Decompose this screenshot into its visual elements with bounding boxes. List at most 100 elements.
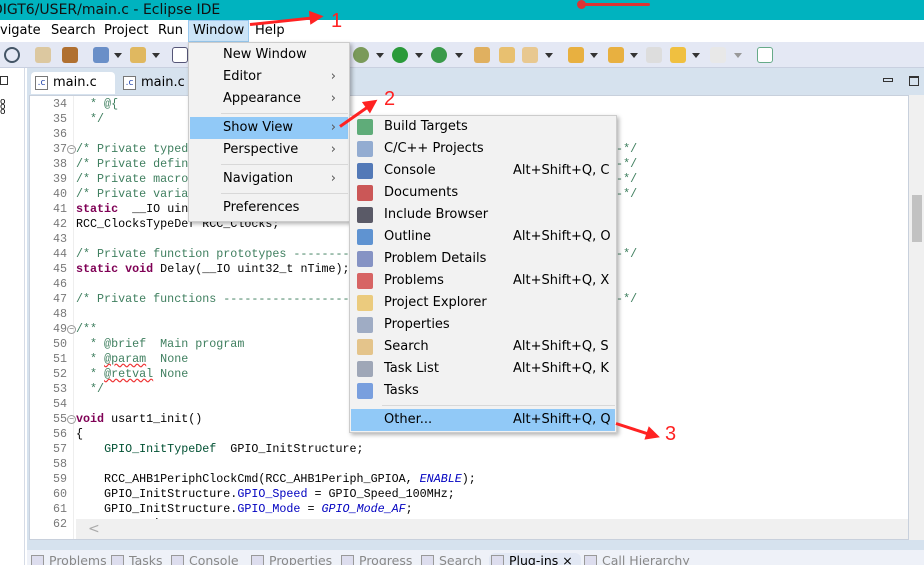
debug-icon[interactable] — [353, 47, 369, 63]
external-tools-icon[interactable] — [431, 47, 447, 63]
bottom-tab-tasks[interactable]: Tasks — [109, 553, 163, 565]
line-number: 39 — [52, 172, 67, 186]
tab-main-c[interactable]: .c main.c — [31, 72, 115, 94]
problems-icon — [357, 273, 373, 289]
bottom-tab-console[interactable]: Console — [169, 553, 239, 565]
menu-project[interactable]: Project — [100, 20, 152, 42]
maximize-icon[interactable] — [909, 76, 919, 86]
fold-toggle-icon[interactable]: − — [67, 325, 76, 334]
fold-toggle-icon[interactable]: − — [67, 145, 76, 154]
show-view-item-tasks[interactable]: Tasks — [351, 380, 615, 402]
line-number: 38 — [52, 157, 67, 171]
open-type-icon[interactable] — [474, 47, 490, 63]
outline-icon — [357, 229, 373, 245]
menu-item-label: Search — [384, 339, 429, 354]
cpp-projects-icon — [357, 141, 373, 157]
menu-run[interactable]: Run — [154, 20, 187, 42]
scrollbar-thumb[interactable] — [912, 195, 922, 242]
vertical-scrollbar[interactable] — [909, 95, 924, 540]
show-view-item-properties[interactable]: Properties — [351, 314, 615, 336]
code-token: static — [76, 262, 119, 276]
code-text: GPIO_InitTypeDef GPIO_InitStructure; — [76, 442, 364, 457]
bottom-tab-problems[interactable]: Problems — [29, 553, 107, 565]
dropdown-icon[interactable] — [415, 53, 423, 58]
dropdown-icon[interactable] — [152, 53, 160, 58]
menu-window[interactable]: Window — [188, 20, 250, 42]
code-token: { — [76, 427, 84, 441]
show-view-item-task-list[interactable]: Task List Alt+Shift+Q, K — [351, 358, 615, 380]
show-view-item-build-targets[interactable]: Build Targets — [351, 116, 615, 138]
line-number: 61 — [52, 502, 67, 516]
build-icon[interactable] — [62, 47, 78, 63]
dropdown-icon[interactable] — [630, 53, 638, 58]
show-view-item-problem-details[interactable]: Problem Details — [351, 248, 615, 270]
search-toolbar-icon[interactable] — [522, 47, 538, 63]
line-number: 43 — [52, 232, 67, 246]
bottom-tab-progress[interactable]: Progress — [339, 553, 412, 565]
dropdown-icon[interactable] — [545, 53, 553, 58]
menu-navigate[interactable]: vigate — [0, 20, 45, 42]
menu-item-new-window[interactable]: New Window — [190, 44, 348, 66]
minimize-icon[interactable] — [883, 78, 893, 82]
menu-search[interactable]: Search — [47, 20, 100, 42]
line-number: 49 — [52, 322, 67, 336]
bottom-tab-properties[interactable]: Properties — [249, 553, 332, 565]
annotation-number-1: 1 — [331, 10, 343, 32]
menu-item-label: Console — [384, 163, 436, 178]
show-view-item-project-explorer[interactable]: Project Explorer — [351, 292, 615, 314]
menu-item-appearance[interactable]: Appearance › — [190, 88, 348, 110]
next-annotation-icon[interactable] — [568, 47, 584, 63]
show-view-item-search[interactable]: Search Alt+Shift+Q, S — [351, 336, 615, 358]
horizontal-scrollbar[interactable]: < — [76, 519, 908, 539]
bottom-tab-plug-ins[interactable]: Plug-ins × — [489, 553, 581, 565]
forward-icon[interactable] — [710, 47, 726, 63]
dropdown-icon[interactable] — [455, 53, 463, 58]
new-c-file-icon[interactable] — [172, 47, 188, 63]
show-view-item-outline[interactable]: Outline Alt+Shift+Q, O — [351, 226, 615, 248]
fold-toggle-icon[interactable]: − — [67, 415, 76, 424]
title-bar: DIGT6/USER/main.c - Eclipse IDE — [0, 0, 924, 20]
red-slider-mark — [577, 0, 650, 9]
dropdown-icon[interactable] — [376, 53, 384, 58]
last-edit-icon[interactable] — [646, 47, 662, 63]
new-source-folder-icon[interactable] — [130, 47, 146, 63]
open-folder-icon[interactable] — [499, 47, 515, 63]
show-view-item-console[interactable]: Console Alt+Shift+Q, C — [351, 160, 615, 182]
run-icon[interactable] — [392, 47, 408, 63]
code-token: * — [76, 352, 105, 366]
back-icon[interactable] — [670, 47, 686, 63]
dropdown-icon[interactable] — [734, 53, 742, 58]
new-c-project-icon[interactable] — [93, 47, 109, 63]
code-line: 34 * @{ — [30, 97, 908, 112]
show-view-item-include-browser[interactable]: Include Browser — [351, 204, 615, 226]
show-view-item-c-c++-projects[interactable]: C/C++ Projects — [351, 138, 615, 160]
previous-annotation-icon[interactable] — [608, 47, 624, 63]
show-view-item-other[interactable]: Other... Alt+Shift+Q, Q — [351, 409, 615, 431]
bottom-tab-call-hierarchy[interactable]: Call Hierarchy — [582, 553, 690, 565]
code-text: static void Delay(__IO uint32_t nTime); — [76, 262, 350, 277]
menu-item-preferences[interactable]: Preferences — [190, 197, 348, 219]
c-file-icon: .c — [123, 76, 136, 90]
show-view-item-documents[interactable]: Documents — [351, 182, 615, 204]
dropdown-icon[interactable] — [692, 53, 700, 58]
menu-item-perspective[interactable]: Perspective › — [190, 139, 348, 161]
menu-item-label: Other... — [384, 412, 433, 427]
close-icon[interactable]: × — [558, 553, 572, 565]
dropdown-icon[interactable] — [590, 53, 598, 58]
restore-icon[interactable] — [0, 76, 8, 85]
show-view-item-problems[interactable]: Problems Alt+Shift+Q, X — [351, 270, 615, 292]
view-menu-icon[interactable]: ooo — [0, 98, 6, 117]
code-token: = GPIO_Speed_100MHz; — [307, 487, 455, 501]
menu-item-editor[interactable]: Editor › — [190, 66, 348, 88]
chevron-right-icon: › — [330, 142, 336, 157]
code-token: ); — [461, 472, 476, 486]
line-number: 44 — [52, 247, 67, 261]
menu-item-navigation[interactable]: Navigation › — [190, 168, 348, 190]
code-text: void usart1_init() — [76, 412, 202, 427]
open-perspective-icon[interactable] — [757, 47, 773, 63]
dropdown-icon[interactable] — [114, 53, 122, 58]
debug-last-icon[interactable] — [35, 47, 51, 63]
bottom-tab-search[interactable]: Search — [419, 553, 482, 565]
skip-breakpoints-icon[interactable] — [4, 47, 20, 63]
menu-item-show-view[interactable]: Show View › — [190, 117, 348, 139]
